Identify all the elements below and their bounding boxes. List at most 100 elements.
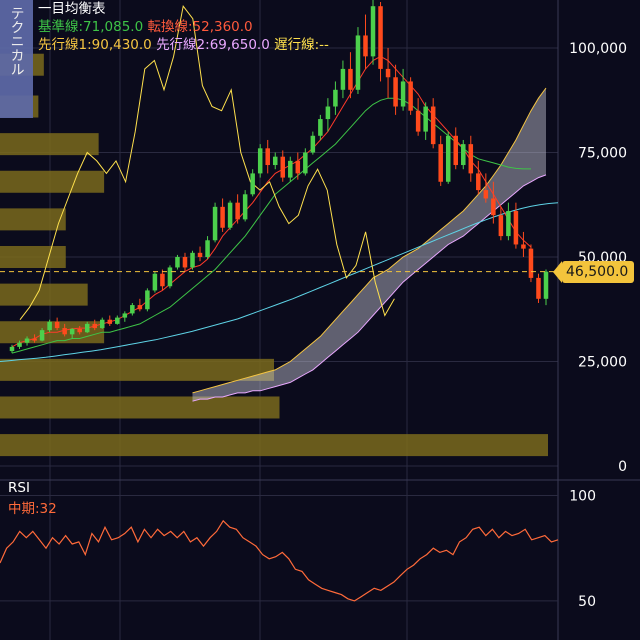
candle-body <box>39 330 45 341</box>
candle-body <box>468 144 474 174</box>
volume-profile-bar <box>0 358 274 381</box>
technical-tab[interactable]: テクニカル <box>0 0 33 118</box>
candle-body <box>370 6 376 57</box>
rsi-mid-label: 中期:32 <box>8 501 57 517</box>
candle-body <box>69 328 75 335</box>
kumo-cloud <box>192 88 546 402</box>
candle-body <box>393 77 398 107</box>
technical-tab-label: テクニカル <box>8 6 25 76</box>
candle-body <box>235 202 240 220</box>
candle-body <box>303 152 308 174</box>
candle-body <box>318 119 323 136</box>
candle-body <box>536 277 541 299</box>
candle-body <box>476 173 481 191</box>
y-tick-label: 75,000 <box>578 146 627 162</box>
candle-body <box>84 323 90 333</box>
candle-body <box>415 110 421 132</box>
rsi-y-tick-label: 100 <box>569 489 596 505</box>
chart-canvas[interactable]: 025,00050,00075,000100,00010050 <box>0 0 640 640</box>
legend-span2: 先行線2:69,650.0 <box>156 37 270 53</box>
candle-body <box>543 271 549 299</box>
candle-body <box>513 211 519 245</box>
volume-profile-bar <box>0 208 66 231</box>
volume-profile-bar <box>0 283 88 306</box>
candle-body <box>47 321 52 331</box>
volume-profile-bar <box>0 170 105 193</box>
volume-profile-bar <box>0 246 66 268</box>
candle-body <box>122 313 128 318</box>
candle-body <box>491 198 496 216</box>
candle-body <box>24 338 30 343</box>
candle-body <box>17 342 22 347</box>
candle-body <box>280 156 286 178</box>
legend-title: 一目均衡表 <box>38 1 106 17</box>
ichimoku-legend: 一目均衡表 基準線:71,085.0 転換線:52,360.0 先行線1:90,… <box>38 0 329 54</box>
candle-body <box>528 248 534 278</box>
candle-body <box>62 328 67 335</box>
candle-body <box>160 273 165 287</box>
legend-chikou: 遅行線:-- <box>274 37 329 53</box>
candle-body <box>167 267 173 287</box>
candle-body <box>340 68 346 90</box>
candle-body <box>288 160 293 178</box>
volume-profile-bar <box>0 133 99 156</box>
candle-body <box>498 215 504 237</box>
volume-profile-bar <box>0 434 548 457</box>
candle-body <box>182 257 188 268</box>
legend-kijun: 基準線:71,085.0 <box>38 19 144 35</box>
candle-body <box>265 148 270 166</box>
candle-body <box>310 135 316 153</box>
candle-body <box>355 35 361 90</box>
candle-body <box>107 319 113 324</box>
candle-body <box>506 211 511 237</box>
volume-profile-bar <box>0 396 280 419</box>
candle-body <box>137 305 143 310</box>
candle-body <box>205 240 210 257</box>
candle-body <box>250 173 255 195</box>
candle-body <box>423 106 428 132</box>
candle-body <box>333 89 338 107</box>
legend-tenkan: 転換線:52,360.0 <box>147 19 253 35</box>
candle-body <box>363 35 368 57</box>
candle-body <box>220 206 225 228</box>
candle-body <box>521 244 526 249</box>
candle-body <box>54 321 60 329</box>
span1-line <box>192 87 547 394</box>
candle-body <box>272 156 278 166</box>
candle-body <box>212 206 218 241</box>
candle-body <box>152 273 158 291</box>
candle-body <box>145 290 150 310</box>
candle-body <box>483 190 489 199</box>
candle-body <box>400 81 406 107</box>
y-tick-label: 0 <box>618 459 627 475</box>
candle-body <box>130 305 135 314</box>
candle-body <box>190 252 195 268</box>
candle-body <box>325 106 331 120</box>
tenkan-line <box>11 55 532 348</box>
chart-screen: { "sidebar_tab": {"label": "テクニカル"}, "le… <box>0 0 640 640</box>
legend-span1: 先行線1:90,430.0 <box>38 37 152 53</box>
candle-body <box>197 252 203 257</box>
candle-body <box>295 160 301 174</box>
candle-body <box>99 319 105 329</box>
candle-body <box>257 148 263 174</box>
rsi-line <box>0 519 559 602</box>
candle-body <box>92 323 97 329</box>
candle-body <box>77 328 82 333</box>
rsi-title: RSI <box>8 480 30 496</box>
candle-body <box>242 194 248 220</box>
y-tick-label: 100,000 <box>569 41 627 57</box>
rsi-y-tick-label: 50 <box>578 594 596 610</box>
candle-body <box>453 135 459 166</box>
candle-body <box>430 106 436 145</box>
current-price-label: 46,500.0 <box>552 260 635 283</box>
candle-body <box>348 68 353 90</box>
candle-body <box>9 346 15 352</box>
candle-body <box>461 144 466 166</box>
candle-body <box>445 135 451 182</box>
candle-body <box>438 144 443 182</box>
candle-body <box>115 317 120 324</box>
candle-body <box>378 6 383 69</box>
candle-body <box>408 81 413 111</box>
candle-body <box>32 338 37 341</box>
